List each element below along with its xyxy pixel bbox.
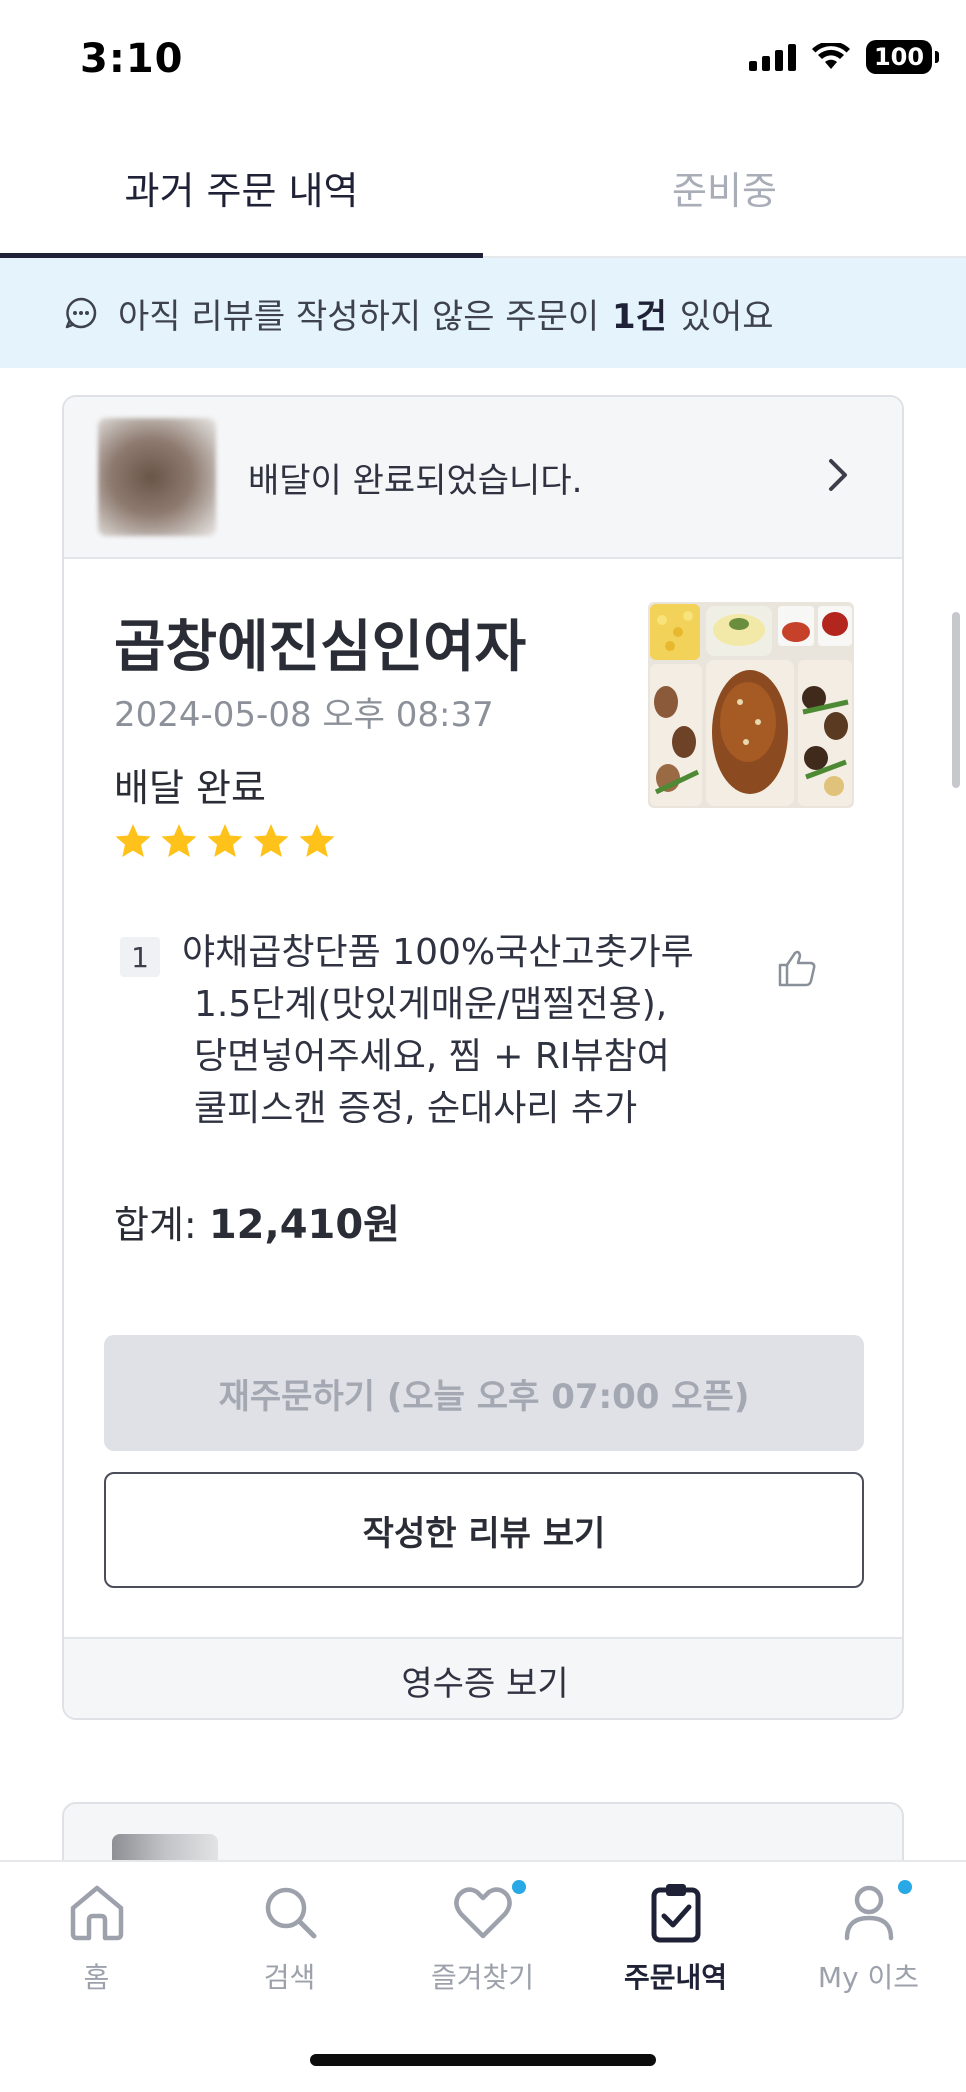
order-total: 합계: 12,410원: [114, 1192, 400, 1250]
review-reminder-banner[interactable]: 아직 리뷰를 작성하지 않은 주문이 1건 있어요: [0, 258, 966, 368]
wifi-icon: [812, 43, 850, 69]
item-line-4: 쿨피스캔 증정, 순대사리 추가: [194, 1088, 638, 1129]
order-card-header[interactable]: 배달이 완료되었습니다.: [64, 397, 902, 559]
status-icons: 100: [749, 40, 939, 74]
tab-past-orders[interactable]: 과거 주문 내역: [0, 140, 483, 258]
star-icon: [161, 824, 197, 857]
view-receipt-button[interactable]: 영수증 보기: [64, 1637, 902, 1718]
person-icon: [844, 1885, 893, 1941]
chat-bubble-icon: [65, 297, 97, 329]
food-photo: [648, 602, 854, 808]
heart-icon: [453, 1887, 512, 1939]
banner-count: 1건: [611, 296, 667, 337]
order-date: 2024-05-08 오후 08:37: [114, 695, 494, 735]
order-tabs: 과거 주문 내역 준비중: [0, 140, 966, 258]
nav-my-eats[interactable]: My 이츠: [772, 1880, 965, 1996]
cellular-signal-icon: [749, 43, 796, 71]
clipboard-check-icon: [651, 1884, 700, 1943]
notification-dot: [512, 1880, 526, 1894]
star-icon: [207, 824, 243, 857]
delivery-status-message: 배달이 완료되었습니다.: [248, 460, 583, 501]
nav-favorites[interactable]: 즐겨찾기: [386, 1880, 579, 1996]
nav-orders[interactable]: 주문내역: [579, 1880, 772, 1996]
total-label: 합계:: [114, 1203, 197, 1247]
banner-text-before: 아직 리뷰를 작성하지 않은 주문이: [118, 296, 600, 337]
home-indicator: [310, 2054, 656, 2066]
home-icon: [70, 1885, 123, 1941]
nav-search[interactable]: 검색: [193, 1880, 386, 1996]
nav-label-favorites: 즐겨찾기: [430, 1961, 535, 1994]
order-status: 배달 완료: [114, 766, 266, 810]
nav-label-orders: 주문내역: [623, 1961, 728, 1994]
item-line-2: 1.5단계(맛있게매운/맵찔전용),: [194, 984, 668, 1025]
star-icon: [299, 824, 335, 857]
notification-dot: [898, 1880, 912, 1894]
nav-label-search: 검색: [263, 1961, 316, 1994]
thumbs-up-icon[interactable]: [776, 947, 818, 989]
battery-icon: 100: [866, 40, 939, 74]
item-line-1: 야채곱창단품 100%국산고춧가루: [182, 932, 694, 973]
item-description: 야채곱창단품 100%국산고춧가루 1.5단계(맛있게매운/맵찔전용), 당면넣…: [182, 927, 742, 1135]
total-value: 12,410원: [208, 1202, 400, 1248]
reorder-button[interactable]: 재주문하기 (오늘 오후 07:00 오픈): [104, 1335, 864, 1451]
nav-label-my-eats: My 이츠: [817, 1961, 920, 1994]
status-time: 3:10: [80, 36, 184, 82]
item-line-3: 당면넣어주세요, 찜 + RI뷰참여: [194, 1036, 670, 1077]
search-icon: [265, 1887, 316, 1939]
rating-stars: [114, 822, 336, 860]
view-review-button[interactable]: 작성한 리뷰 보기: [104, 1472, 864, 1588]
chevron-right-icon: [829, 459, 847, 491]
tab-preparing[interactable]: 준비중: [483, 140, 966, 256]
banner-text-after: 있어요: [679, 296, 774, 337]
nav-label-home: 홈: [83, 1961, 110, 1994]
store-name[interactable]: 곱창에진심인여자: [114, 602, 526, 683]
store-thumbnail: [98, 418, 216, 536]
item-quantity: 1: [120, 937, 160, 977]
nav-home[interactable]: 홈: [0, 1880, 193, 1996]
star-icon: [115, 824, 151, 857]
scrollbar[interactable]: [952, 612, 960, 788]
order-card: 배달이 완료되었습니다. 곱창에진심인여자 2024-05-08 오후 08:3…: [62, 395, 904, 1720]
star-icon: [253, 824, 289, 857]
status-bar: 3:10 100: [0, 0, 966, 120]
